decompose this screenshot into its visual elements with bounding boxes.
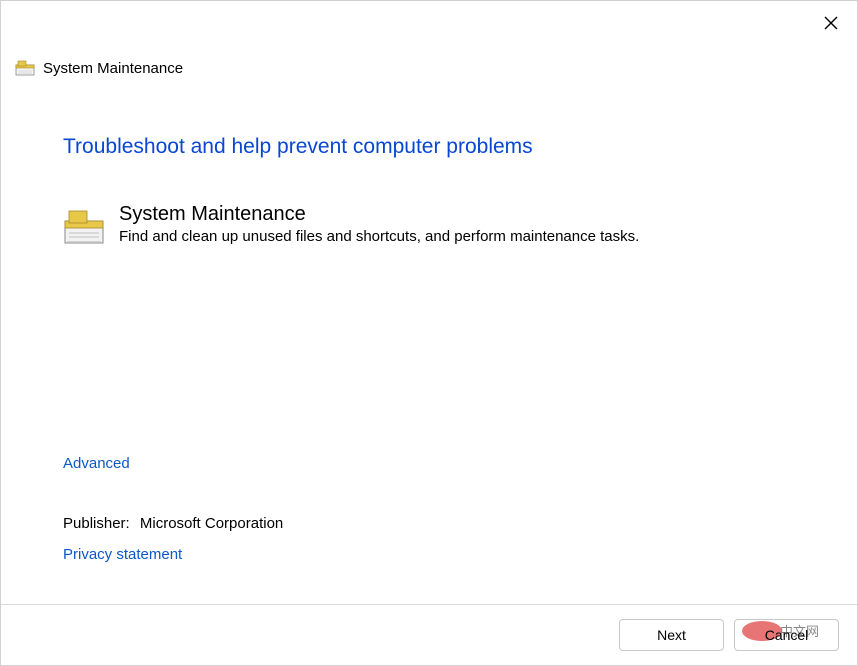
bottom-section: Advanced Publisher: Microsoft Corporatio… <box>63 455 795 584</box>
main-heading: Troubleshoot and help prevent computer p… <box>63 135 795 159</box>
next-button-label: Next <box>657 627 686 643</box>
publisher-name: Microsoft Corporation <box>140 515 283 532</box>
privacy-row: Privacy statement <box>63 546 795 564</box>
advanced-link[interactable]: Advanced <box>63 455 130 472</box>
footer: Next Cancel 中文网 <box>1 604 857 665</box>
system-maintenance-large-icon <box>63 205 105 247</box>
close-button[interactable] <box>817 9 845 37</box>
publisher-row: Publisher: Microsoft Corporation <box>63 515 795 532</box>
system-maintenance-small-icon <box>15 59 35 77</box>
publisher-label: Publisher: <box>63 515 130 532</box>
cancel-button[interactable]: Cancel <box>734 619 839 651</box>
content-area: Troubleshoot and help prevent computer p… <box>1 85 857 604</box>
next-button[interactable]: Next <box>619 619 724 651</box>
troubleshooter-text: System Maintenance Find and clean up unu… <box>119 203 639 245</box>
titlebar <box>1 1 857 41</box>
privacy-statement-link[interactable]: Privacy statement <box>63 546 182 563</box>
dialog-header: System Maintenance <box>1 41 857 85</box>
troubleshooter-title: System Maintenance <box>119 203 639 226</box>
cancel-button-label: Cancel <box>765 627 809 643</box>
troubleshooter-row: System Maintenance Find and clean up unu… <box>63 203 795 247</box>
dialog-header-title: System Maintenance <box>43 60 183 77</box>
close-icon <box>824 16 838 30</box>
troubleshooter-description: Find and clean up unused files and short… <box>119 228 639 245</box>
